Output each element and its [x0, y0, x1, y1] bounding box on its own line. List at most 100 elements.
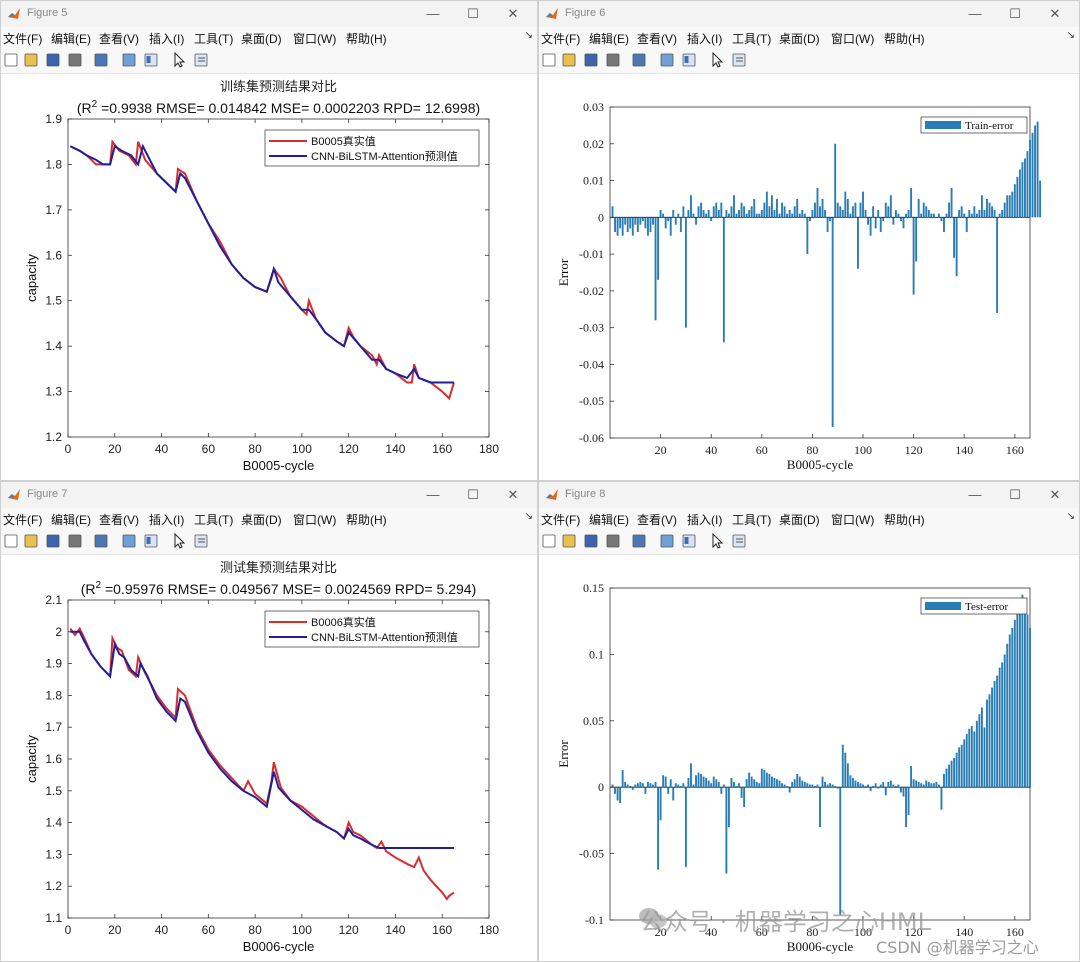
print-icon[interactable] — [67, 52, 83, 68]
error-bar — [1011, 627, 1014, 788]
dock-arrow-icon[interactable]: ↘ — [525, 511, 533, 522]
menu-item[interactable]: 桌面(D) — [241, 30, 282, 47]
save-icon[interactable] — [45, 52, 61, 68]
maximize-button[interactable]: ☐ — [453, 485, 493, 505]
legend-icon[interactable] — [681, 52, 697, 68]
menu-item[interactable]: 桌面(D) — [241, 511, 282, 528]
menu-item[interactable]: 插入(I) — [149, 511, 184, 528]
new-figure-icon[interactable] — [541, 52, 557, 68]
matlab-logo-icon — [546, 489, 558, 500]
link-plot-icon[interactable] — [93, 52, 109, 68]
dock-arrow-icon[interactable]: ↘ — [1067, 30, 1075, 41]
menu-item[interactable]: 工具(T) — [732, 511, 771, 528]
edit-plot-icon[interactable] — [709, 533, 725, 549]
colorbar-icon[interactable] — [121, 52, 137, 68]
y-tick-label: -0.06 — [579, 431, 604, 445]
error-bar — [958, 209, 961, 218]
legend-icon[interactable] — [143, 52, 159, 68]
menu-item[interactable]: 查看(V) — [99, 511, 139, 528]
maximize-button[interactable]: ☐ — [995, 485, 1035, 505]
close-button[interactable]: ✕ — [493, 4, 533, 24]
menu-item[interactable]: 文件(F) — [3, 30, 42, 47]
menu-item[interactable]: 窗口(W) — [293, 511, 336, 528]
dock-arrow-icon[interactable]: ↘ — [1067, 511, 1075, 522]
new-figure-icon[interactable] — [541, 533, 557, 549]
menu-item[interactable]: 帮助(H) — [346, 30, 387, 47]
edit-plot-icon[interactable] — [171, 533, 187, 549]
menu-item[interactable]: 窗口(W) — [293, 30, 336, 47]
y-tick-label: -0.05 — [579, 394, 604, 408]
menu-item[interactable]: 工具(T) — [194, 30, 233, 47]
menu-item[interactable]: 查看(V) — [99, 30, 139, 47]
maximize-button[interactable]: ☐ — [995, 4, 1035, 24]
edit-plot-icon[interactable] — [709, 52, 725, 68]
menu-item[interactable]: 帮助(H) — [884, 30, 925, 47]
print-icon[interactable] — [605, 52, 621, 68]
error-bar — [803, 781, 806, 788]
legend-icon[interactable] — [681, 533, 697, 549]
menu-item[interactable]: 查看(V) — [637, 511, 677, 528]
menu-item[interactable]: 插入(I) — [149, 30, 184, 47]
menu-item[interactable]: 查看(V) — [637, 30, 677, 47]
property-inspector-icon[interactable] — [193, 52, 209, 68]
error-bar — [859, 202, 862, 218]
y-axis-label: Error — [556, 740, 571, 768]
menu-item[interactable]: 桌面(D) — [779, 30, 820, 47]
colorbar-icon[interactable] — [659, 533, 675, 549]
dock-arrow-icon[interactable]: ↘ — [525, 30, 533, 41]
window-titlebar: Figure 6 — ☐ ✕ — [539, 1, 1079, 27]
open-file-icon[interactable] — [561, 52, 577, 68]
menu-item[interactable]: 编辑(E) — [51, 511, 91, 528]
menu-item[interactable]: 编辑(E) — [589, 511, 629, 528]
menu-item[interactable]: 文件(F) — [541, 30, 580, 47]
link-plot-icon[interactable] — [631, 52, 647, 68]
save-icon[interactable] — [583, 533, 599, 549]
menu-item[interactable]: 文件(F) — [541, 511, 580, 528]
menu-item[interactable]: 插入(I) — [687, 30, 722, 47]
menu-item[interactable]: 文件(F) — [3, 511, 42, 528]
menu-item[interactable]: 帮助(H) — [346, 511, 387, 528]
menu-item[interactable]: 帮助(H) — [884, 511, 925, 528]
property-inspector-icon[interactable] — [731, 533, 747, 549]
save-icon[interactable] — [45, 533, 61, 549]
menu-item[interactable]: 工具(T) — [194, 511, 233, 528]
colorbar-icon[interactable] — [659, 52, 675, 68]
chart-svg: 测试集预测结果对比 (R2 =0.95976 RMSE= 0.049567 MSE… — [24, 560, 499, 954]
error-bar — [624, 781, 627, 788]
minimize-button[interactable]: — — [955, 485, 995, 505]
open-file-icon[interactable] — [561, 533, 577, 549]
menu-item[interactable]: 窗口(W) — [831, 511, 874, 528]
open-file-icon[interactable] — [23, 52, 39, 68]
edit-plot-icon[interactable] — [171, 52, 187, 68]
link-plot-icon[interactable] — [93, 533, 109, 549]
y-tick-label: -0.01 — [579, 247, 604, 261]
close-button[interactable]: ✕ — [493, 485, 533, 505]
link-plot-icon[interactable] — [631, 533, 647, 549]
close-button[interactable]: ✕ — [1035, 4, 1075, 24]
menu-item[interactable]: 编辑(E) — [589, 30, 629, 47]
property-inspector-icon[interactable] — [193, 533, 209, 549]
property-inspector-icon[interactable] — [731, 52, 747, 68]
error-bar — [831, 784, 834, 788]
colorbar-icon[interactable] — [121, 533, 137, 549]
menu-item[interactable]: 桌面(D) — [779, 511, 820, 528]
menu-item[interactable]: 工具(T) — [732, 30, 771, 47]
legend-icon[interactable] — [143, 533, 159, 549]
print-icon[interactable] — [605, 533, 621, 549]
maximize-button[interactable]: ☐ — [453, 4, 493, 24]
save-icon[interactable] — [583, 52, 599, 68]
minimize-button[interactable]: — — [413, 4, 453, 24]
minimize-button[interactable]: — — [413, 485, 453, 505]
new-figure-icon[interactable] — [3, 533, 19, 549]
menu-item[interactable]: 窗口(W) — [831, 30, 874, 47]
error-bar — [975, 213, 978, 218]
open-file-icon[interactable] — [23, 533, 39, 549]
error-bar — [887, 206, 890, 218]
close-button[interactable]: ✕ — [1035, 485, 1075, 505]
error-bar — [659, 209, 662, 218]
new-figure-icon[interactable] — [3, 52, 19, 68]
menu-item[interactable]: 插入(I) — [687, 511, 722, 528]
minimize-button[interactable]: — — [955, 4, 995, 24]
print-icon[interactable] — [67, 533, 83, 549]
menu-item[interactable]: 编辑(E) — [51, 30, 91, 47]
